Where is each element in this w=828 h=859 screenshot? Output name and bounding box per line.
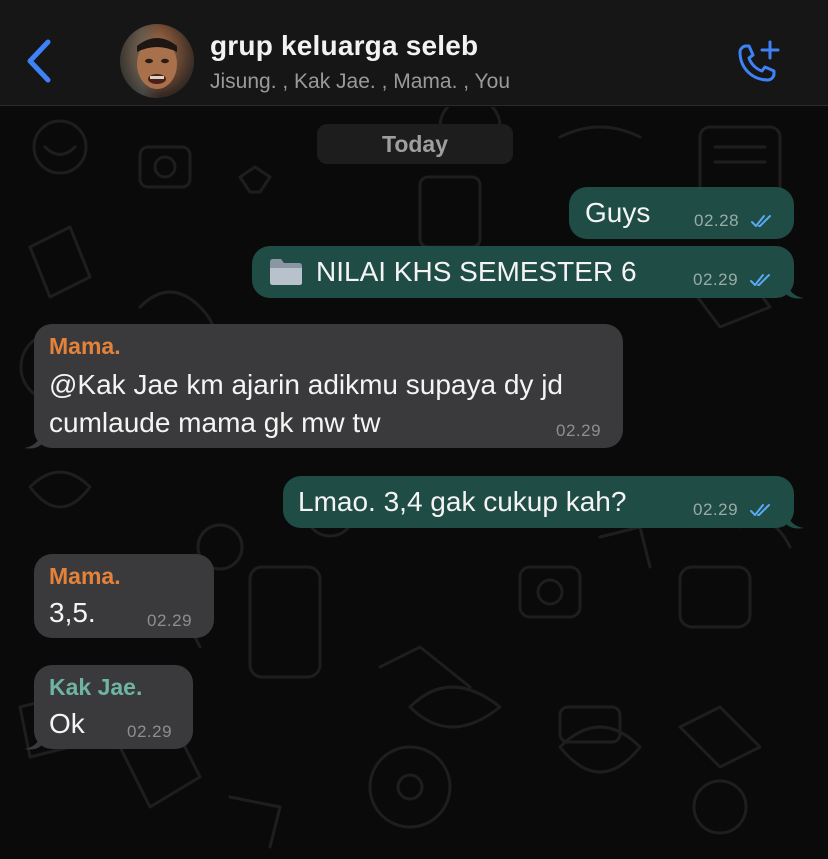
incoming-message[interactable]: Kak Jae. Ok 02.29 (24, 665, 193, 750)
message-text: Guys (585, 197, 651, 228)
group-members-subtitle[interactable]: Jisung. , Kak Jae. , Mama. , You (210, 70, 510, 94)
outgoing-message[interactable]: Lmao. 3,4 gak cukup kah? 02.29 (283, 476, 804, 529)
group-title[interactable]: grup keluarga seleb (210, 30, 478, 62)
message-text: NILAI KHS SEMESTER 6 (316, 256, 637, 287)
message-time: 02.29 (127, 722, 173, 741)
sender-name[interactable]: Mama. (49, 563, 121, 590)
message-text: Lmao. 3,4 gak cukup kah? (298, 486, 627, 517)
bubble-tail (24, 733, 42, 750)
date-separator: Today (317, 124, 513, 164)
sender-name[interactable]: Mama. (49, 333, 121, 360)
bubble-tail (786, 512, 804, 529)
back-chevron-icon[interactable] (22, 38, 56, 84)
message-time: 02.28 (694, 211, 740, 230)
chat-header: grup keluarga seleb Jisung. , Kak Jae. ,… (0, 0, 828, 106)
message-time: 02.29 (693, 270, 739, 289)
outgoing-message[interactable]: NILAI KHS SEMESTER 6 02.29 (252, 246, 804, 299)
add-call-icon[interactable] (734, 40, 782, 86)
read-ticks-icon (750, 504, 770, 516)
message-text-line: cumlaude mama gk mw tw (49, 407, 381, 438)
message-text-line: @Kak Jae km ajarin adikmu supaya dy jd (49, 369, 563, 400)
sender-name[interactable]: Kak Jae. (49, 674, 142, 701)
message-time: 02.29 (147, 611, 193, 630)
message-text: 3,5. (49, 597, 96, 628)
incoming-message[interactable]: Mama. 3,5. 02.29 (34, 554, 214, 638)
folder-icon (270, 259, 302, 285)
bubble-tail (24, 432, 42, 449)
message-time: 02.29 (556, 421, 602, 440)
message-text: Ok (49, 708, 85, 739)
group-avatar[interactable] (120, 24, 194, 98)
bubble-tail (786, 282, 804, 299)
message-time: 02.29 (693, 500, 739, 519)
incoming-message[interactable]: Mama. @Kak Jae km ajarin adikmu supaya d… (24, 324, 623, 449)
read-ticks-icon (751, 215, 771, 227)
read-ticks-icon (750, 274, 770, 286)
outgoing-message[interactable]: Guys 02.28 (569, 187, 794, 239)
